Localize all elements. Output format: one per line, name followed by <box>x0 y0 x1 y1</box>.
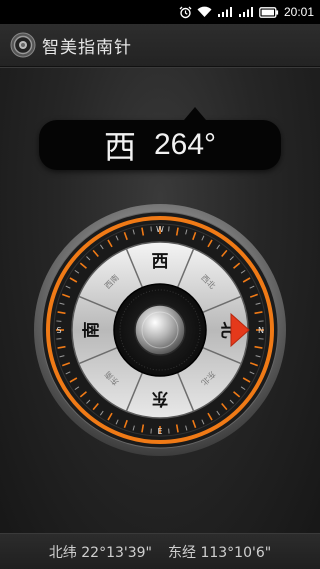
signal-icon <box>217 0 233 24</box>
status-bar: 20:01 <box>0 0 320 24</box>
wifi-icon <box>197 0 212 24</box>
signal-icon <box>238 0 254 24</box>
heading-direction: 西 <box>103 128 136 166</box>
dial-label: 西 <box>152 252 169 272</box>
app-title: 智美指南针 <box>42 37 132 58</box>
longitude-text: 东经 113°10'6" <box>168 545 272 561</box>
compass-dial[interactable]: WNES 西西北北东北东东南南西南 <box>30 200 290 460</box>
ring-mark-label: E <box>157 427 162 436</box>
app-screen: 20:01 智美指南针 西 264° W N E S 西 西北 北 东北 东 东… <box>0 0 320 569</box>
dial-label: 东 <box>152 388 169 409</box>
status-time: 20:01 <box>283 5 314 19</box>
ring-mark-label: S <box>56 326 61 335</box>
heading-banner: 西 264° <box>39 107 281 170</box>
compass-logo-icon[interactable] <box>10 32 36 58</box>
alarm-icon <box>179 0 192 24</box>
dial-label: 南 <box>81 322 102 339</box>
latitude-text: 北纬 22°13'39" <box>48 545 152 561</box>
heading-indicator-notch <box>184 107 206 120</box>
app-bar: 智美指南针 <box>0 24 320 67</box>
heading-degrees: 264° <box>153 128 217 161</box>
ring-mark-label: N <box>258 326 264 335</box>
battery-icon <box>259 0 279 24</box>
coordinates-bar: 北纬 22°13'39" 东经 113°10'6" <box>0 533 320 569</box>
ring-mark-label: W <box>156 225 164 234</box>
